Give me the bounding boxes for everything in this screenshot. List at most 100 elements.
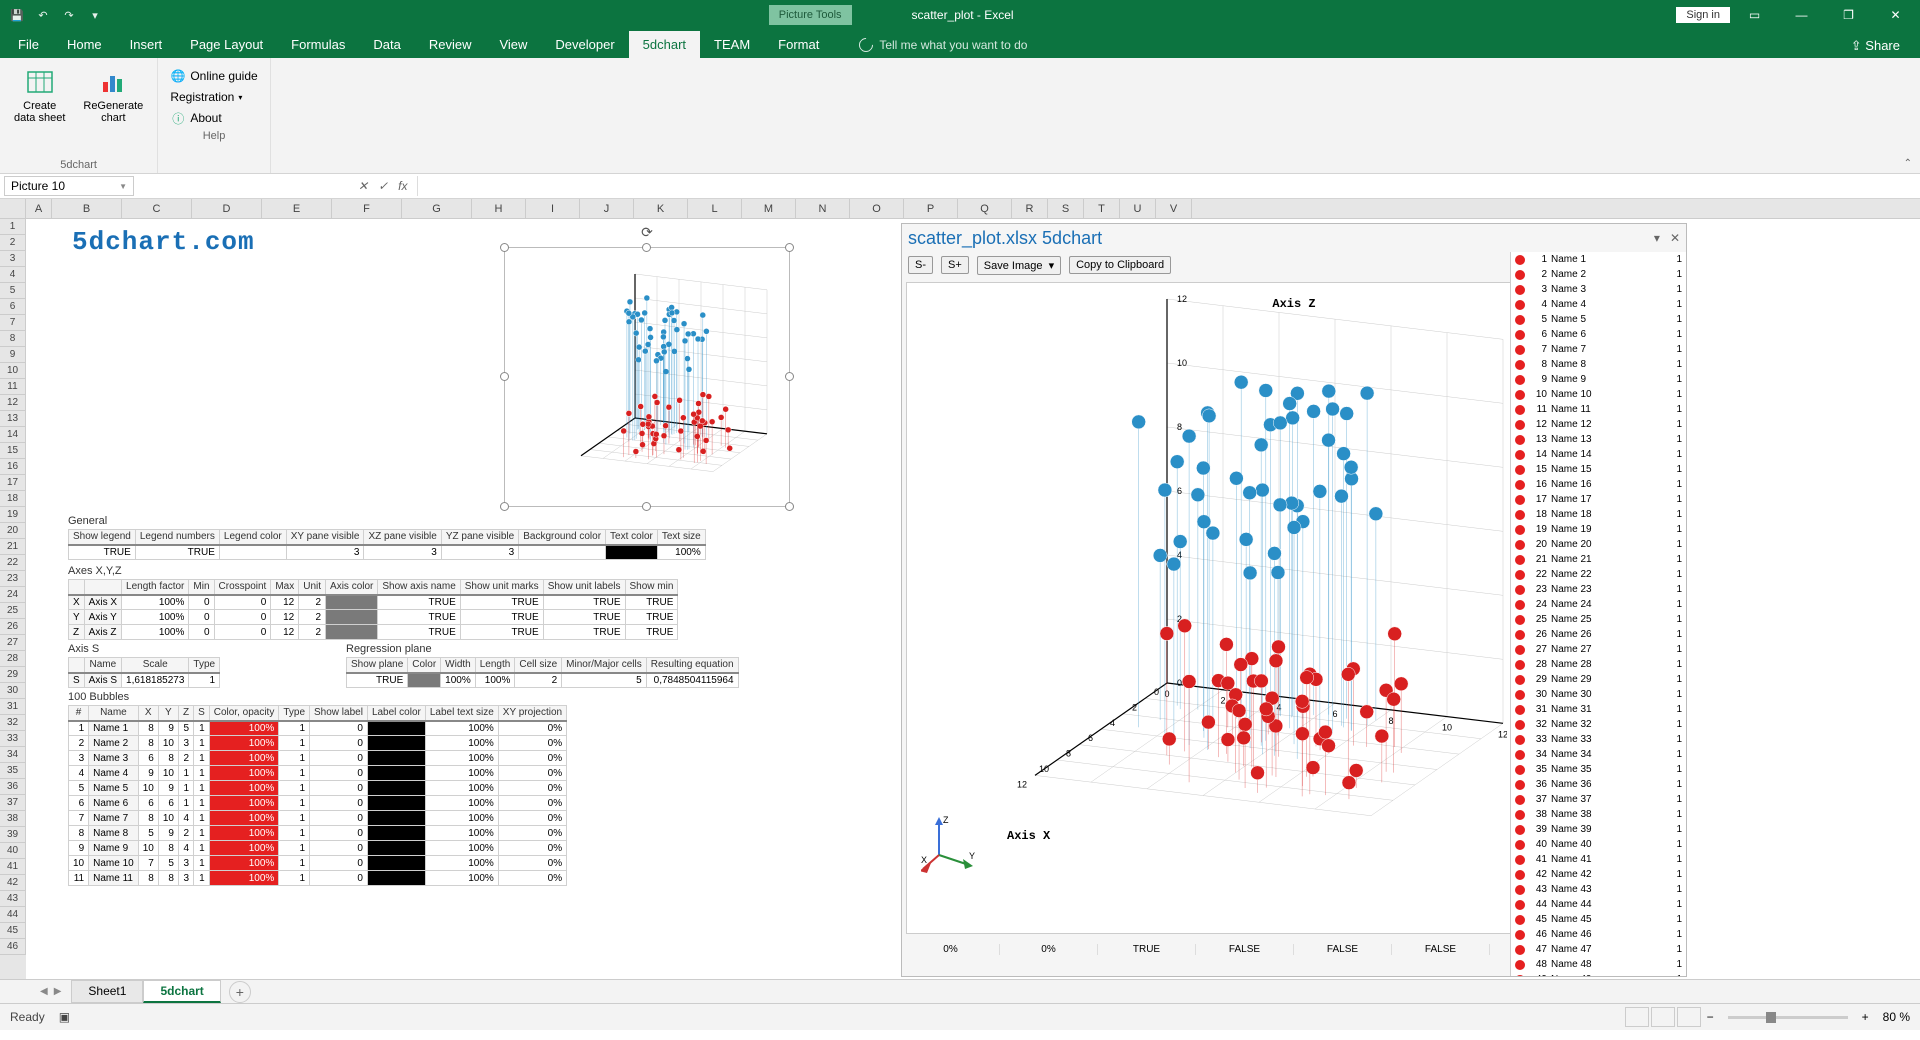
row-header-13[interactable]: 13 <box>0 411 26 427</box>
cell[interactable]: S <box>69 673 85 688</box>
row-header-27[interactable]: 27 <box>0 635 26 651</box>
cell[interactable] <box>367 841 425 856</box>
row-header-8[interactable]: 8 <box>0 331 26 347</box>
row-header-39[interactable]: 39 <box>0 827 26 843</box>
cell[interactable]: 6 <box>138 751 158 766</box>
cell[interactable]: 0% <box>498 781 566 796</box>
zoom-in-icon[interactable]: + <box>1858 1010 1873 1024</box>
cell[interactable] <box>367 766 425 781</box>
col-header-E[interactable]: E <box>262 199 332 218</box>
sheet-tab-5dchart[interactable]: 5dchart <box>143 980 220 1003</box>
about-button[interactable]: ⓘ About <box>166 108 261 128</box>
cell[interactable]: 0% <box>498 766 566 781</box>
cell[interactable]: TRUE <box>543 610 625 625</box>
close-icon[interactable]: ✕ <box>1873 0 1918 30</box>
legend-item[interactable]: 35Name 351 <box>1511 762 1686 777</box>
cell[interactable]: 4 <box>178 811 193 826</box>
col-header-P[interactable]: P <box>904 199 958 218</box>
col-header-U[interactable]: U <box>1120 199 1156 218</box>
row-header-21[interactable]: 21 <box>0 539 26 555</box>
cell[interactable]: 0 <box>310 826 368 841</box>
cell[interactable]: 8 <box>138 736 158 751</box>
legend-item[interactable]: 20Name 201 <box>1511 537 1686 552</box>
cell[interactable] <box>367 811 425 826</box>
legend-item[interactable]: 37Name 371 <box>1511 792 1686 807</box>
cell[interactable]: 1 <box>194 856 210 871</box>
cell[interactable] <box>367 796 425 811</box>
row-header-5[interactable]: 5 <box>0 283 26 299</box>
row-header-23[interactable]: 23 <box>0 571 26 587</box>
row-header-9[interactable]: 9 <box>0 347 26 363</box>
row-header-3[interactable]: 3 <box>0 251 26 267</box>
cell[interactable]: 1 <box>194 871 210 886</box>
zoom-level[interactable]: 80 % <box>1875 1010 1910 1024</box>
cell[interactable]: 0 <box>310 721 368 736</box>
legend-item[interactable]: 30Name 301 <box>1511 687 1686 702</box>
copy-clipboard-button[interactable]: Copy to Clipboard <box>1069 256 1171 274</box>
cell[interactable]: 1 <box>194 796 210 811</box>
row-header-43[interactable]: 43 <box>0 891 26 907</box>
cell[interactable]: 1 <box>178 781 193 796</box>
cell[interactable]: 2 <box>178 751 193 766</box>
legend-item[interactable]: 23Name 231 <box>1511 582 1686 597</box>
tab-team[interactable]: TEAM <box>700 31 764 58</box>
resize-handle[interactable] <box>642 243 651 252</box>
cell[interactable]: 0% <box>498 736 566 751</box>
undo-icon[interactable]: ↶ <box>32 4 54 26</box>
save-icon[interactable]: 💾 <box>6 4 28 26</box>
row-header-44[interactable]: 44 <box>0 907 26 923</box>
signin-button[interactable]: Sign in <box>1676 7 1730 23</box>
row-header-30[interactable]: 30 <box>0 683 26 699</box>
row-header-24[interactable]: 24 <box>0 587 26 603</box>
cell[interactable] <box>326 625 378 640</box>
row-header-4[interactable]: 4 <box>0 267 26 283</box>
legend-item[interactable]: 7Name 71 <box>1511 342 1686 357</box>
tab-format[interactable]: Format <box>764 31 833 58</box>
resize-handle[interactable] <box>500 372 509 381</box>
cell[interactable]: 0% <box>498 826 566 841</box>
cell[interactable] <box>367 721 425 736</box>
cell[interactable]: 9 <box>158 781 178 796</box>
cell[interactable]: 3 <box>178 856 193 871</box>
row-header-17[interactable]: 17 <box>0 475 26 491</box>
legend-item[interactable]: 40Name 401 <box>1511 837 1686 852</box>
col-header-N[interactable]: N <box>796 199 850 218</box>
cell[interactable]: 100% <box>209 826 279 841</box>
cell[interactable]: 3 <box>69 751 89 766</box>
cell[interactable]: 0% <box>498 751 566 766</box>
cell[interactable]: Axis S <box>84 673 121 688</box>
row-header-42[interactable]: 42 <box>0 875 26 891</box>
legend-item[interactable]: 6Name 61 <box>1511 327 1686 342</box>
cell[interactable]: TRUE <box>135 545 219 560</box>
cell[interactable]: 1 <box>279 796 310 811</box>
col-header-M[interactable]: M <box>742 199 796 218</box>
cell[interactable]: 100% <box>425 781 498 796</box>
cell[interactable]: TRUE <box>625 610 678 625</box>
legend-item[interactable]: 34Name 341 <box>1511 747 1686 762</box>
row-header-14[interactable]: 14 <box>0 427 26 443</box>
maximize-icon[interactable]: ❐ <box>1826 0 1871 30</box>
cell[interactable]: 12 <box>271 595 299 610</box>
cell[interactable]: 1 <box>279 856 310 871</box>
row-header-7[interactable]: 7 <box>0 315 26 331</box>
cell[interactable]: 0% <box>498 856 566 871</box>
cell[interactable]: TRUE <box>625 595 678 610</box>
add-sheet-button[interactable]: + <box>229 981 251 1003</box>
cell[interactable]: Name 1 <box>89 721 139 736</box>
tab-formulas[interactable]: Formulas <box>277 31 359 58</box>
col-header-D[interactable]: D <box>192 199 262 218</box>
cell[interactable]: 0 <box>310 781 368 796</box>
legend-item[interactable]: 47Name 471 <box>1511 942 1686 957</box>
legend-item[interactable]: 16Name 161 <box>1511 477 1686 492</box>
cell[interactable]: 100% <box>425 766 498 781</box>
cell[interactable]: Name 9 <box>89 841 139 856</box>
minimize-icon[interactable]: — <box>1779 0 1824 30</box>
cell[interactable]: 7 <box>69 811 89 826</box>
cell[interactable]: 1 <box>279 841 310 856</box>
col-header-T[interactable]: T <box>1084 199 1120 218</box>
cell[interactable]: 1 <box>194 826 210 841</box>
cell[interactable]: TRUE <box>378 610 460 625</box>
legend-panel[interactable]: 1Name 112Name 213Name 314Name 415Name 51… <box>1510 252 1686 976</box>
cell[interactable]: 100% <box>209 871 279 886</box>
cell[interactable]: 8 <box>138 871 158 886</box>
